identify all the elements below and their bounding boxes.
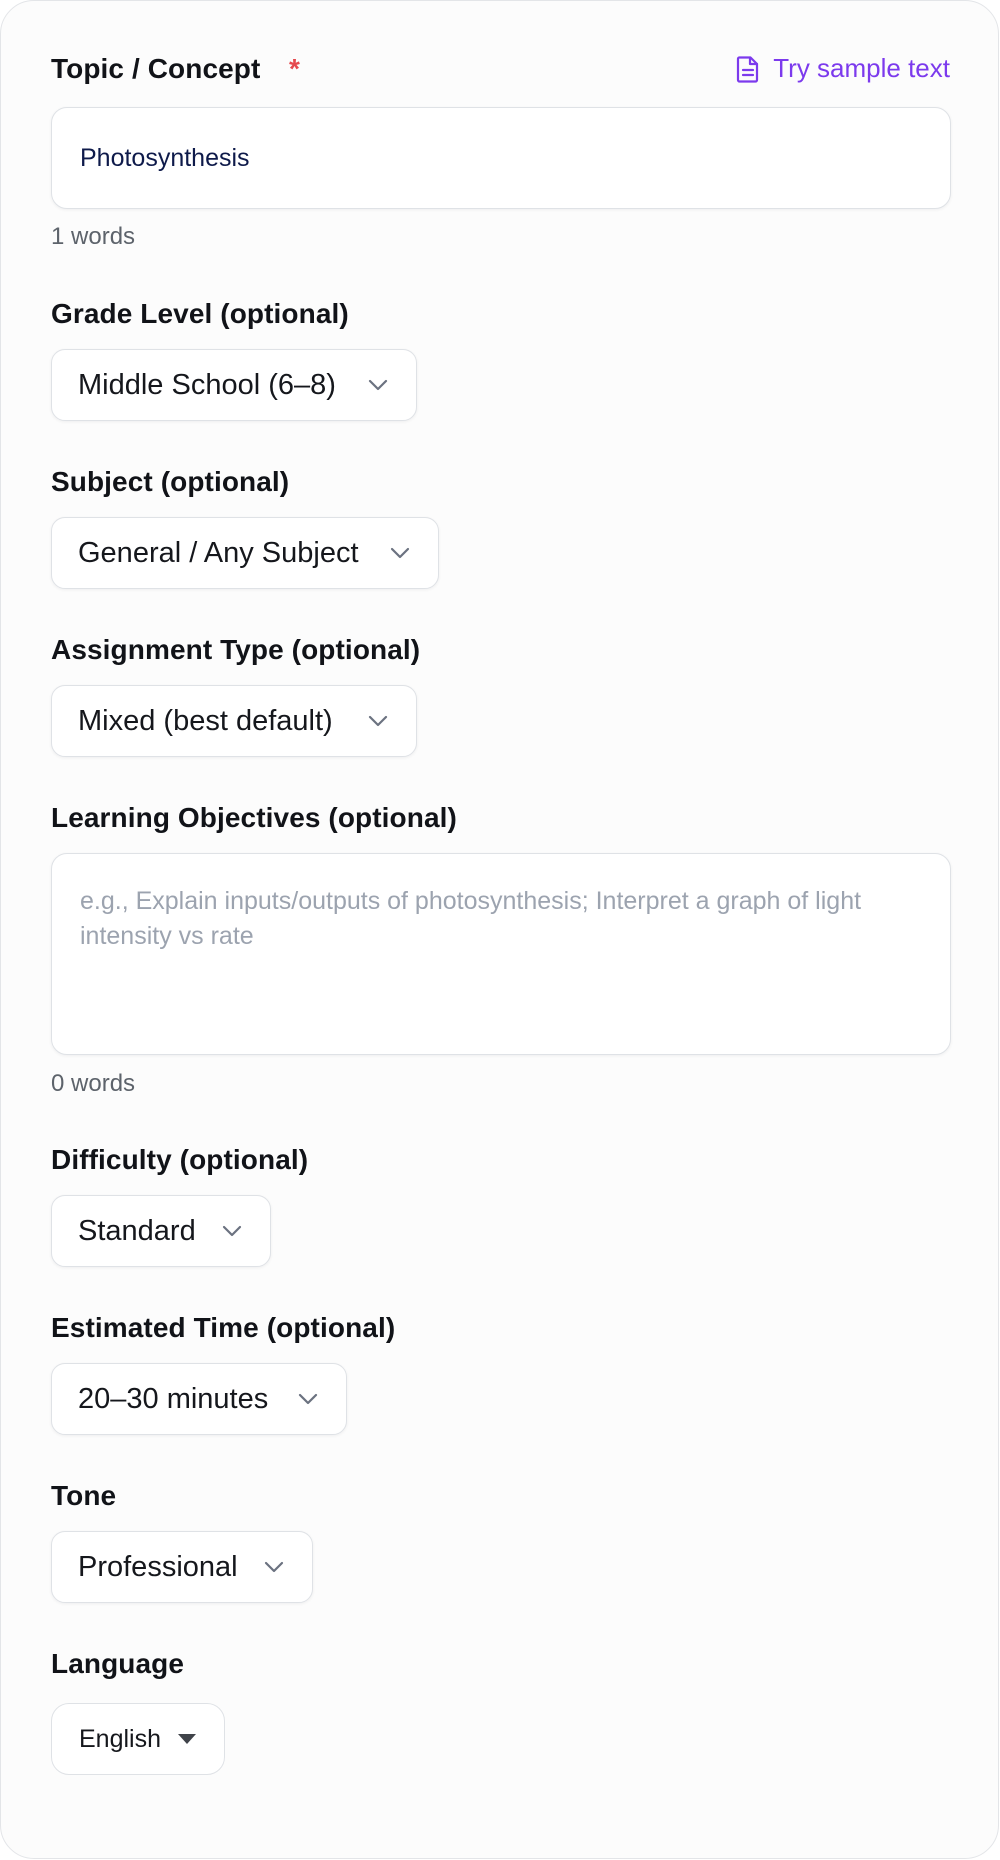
learning-objectives-label: Learning Objectives (optional) <box>51 802 457 833</box>
assignment-type-value: Mixed (best default) <box>78 704 333 737</box>
document-icon <box>735 55 761 83</box>
estimated-time-label: Estimated Time (optional) <box>51 1312 396 1343</box>
estimated-time-value: 20–30 minutes <box>78 1382 269 1415</box>
chevron-down-icon <box>222 1225 242 1237</box>
topic-label: Topic / Concept <box>51 53 261 84</box>
tone-select[interactable]: Professional <box>51 1531 313 1603</box>
chevron-down-icon <box>264 1561 284 1573</box>
chevron-down-icon <box>368 715 388 727</box>
learning-objectives-textarea[interactable]: e.g., Explain inputs/outputs of photosyn… <box>51 853 951 1055</box>
grade-level-select[interactable]: Middle School (6–8) <box>51 349 417 421</box>
estimated-time-select[interactable]: 20–30 minutes <box>51 1363 347 1435</box>
difficulty-select[interactable]: Standard <box>51 1195 271 1267</box>
topic-word-count: 1 words <box>51 223 136 250</box>
subject-value: General / Any Subject <box>78 536 359 569</box>
required-marker: * <box>289 53 300 84</box>
tone-value: Professional <box>78 1550 238 1583</box>
topic-input[interactable]: Photosynthesis <box>51 107 951 209</box>
grade-level-value: Middle School (6–8) <box>78 368 336 401</box>
subject-select[interactable]: General / Any Subject <box>51 517 439 589</box>
topic-input-value: Photosynthesis <box>80 143 250 172</box>
language-value: English <box>79 1724 161 1753</box>
difficulty-value: Standard <box>78 1214 196 1247</box>
grade-level-label: Grade Level (optional) <box>51 298 349 329</box>
assignment-type-label: Assignment Type (optional) <box>51 634 421 665</box>
assignment-type-select[interactable]: Mixed (best default) <box>51 685 417 757</box>
chevron-down-icon <box>390 547 410 559</box>
chevron-down-icon <box>368 379 388 391</box>
objectives-word-count: 0 words <box>51 1070 136 1097</box>
caret-down-icon <box>178 1734 196 1744</box>
try-sample-text-label: Try sample text <box>773 53 950 83</box>
language-label: Language <box>51 1648 185 1679</box>
form-panel: Topic / Concept * Try sample text Photos… <box>0 0 999 1859</box>
language-select[interactable]: English <box>51 1703 225 1775</box>
try-sample-text-link[interactable]: Try sample text <box>735 53 950 84</box>
learning-objectives-placeholder: e.g., Explain inputs/outputs of photosyn… <box>80 887 862 950</box>
subject-label: Subject (optional) <box>51 466 290 497</box>
difficulty-label: Difficulty (optional) <box>51 1144 309 1175</box>
tone-label: Tone <box>51 1480 117 1511</box>
chevron-down-icon <box>298 1393 318 1405</box>
